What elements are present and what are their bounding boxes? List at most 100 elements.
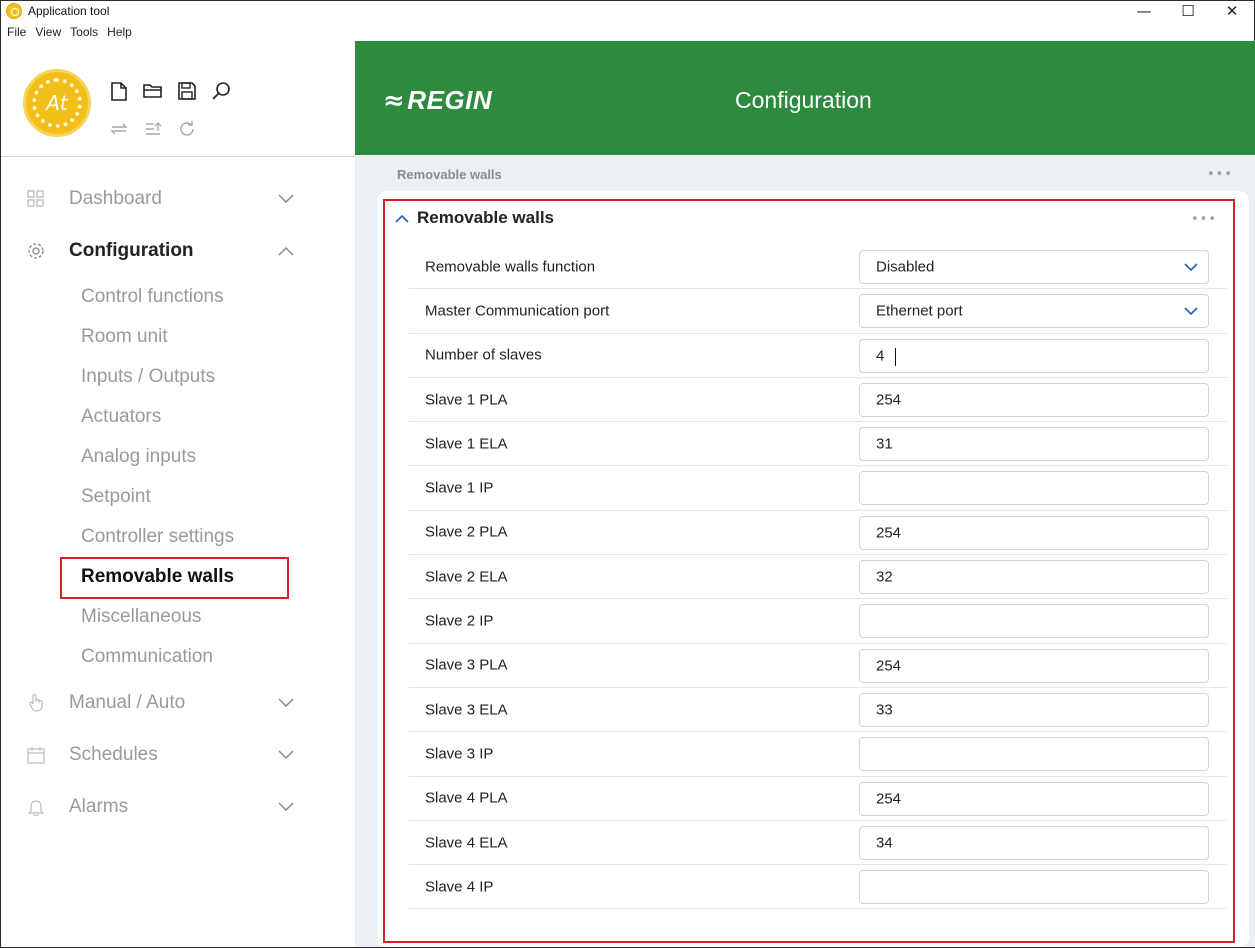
chevron-up-icon[interactable] — [395, 214, 409, 223]
page-title: Configuration — [735, 87, 872, 113]
window-title: Application tool — [28, 4, 110, 18]
field-value: 31 — [876, 435, 893, 453]
chevron-down-icon[interactable] — [278, 802, 294, 812]
subnav-controller-settings[interactable]: Controller settings — [1, 517, 355, 557]
setting-row-slave-2-ip: Slave 2 IP — [409, 599, 1227, 644]
refresh-icon[interactable] — [177, 119, 197, 139]
setting-row-slave-4-ela: Slave 4 ELA 34 — [409, 821, 1227, 866]
input-slave-2-pla[interactable]: 254 — [859, 515, 1209, 550]
setting-label: Slave 1 ELA — [425, 435, 508, 453]
nav-dashboard-label: Dashboard — [69, 188, 162, 209]
setting-row-slave-3-ip: Slave 3 IP — [409, 732, 1227, 777]
chevron-down-icon[interactable] — [278, 194, 294, 204]
subnav-setpoint[interactable]: Setpoint — [1, 477, 355, 517]
subnav-miscellaneous[interactable]: Miscellaneous — [1, 597, 355, 637]
setting-row-slave-1-ela: Slave 1 ELA 31 — [409, 422, 1227, 467]
setting-label: Slave 2 PLA — [425, 523, 508, 541]
upload-list-icon[interactable] — [143, 119, 163, 139]
dropdown-removable-walls-function[interactable]: Disabled — [859, 250, 1209, 284]
setting-row-slave-1-ip: Slave 1 IP — [409, 466, 1227, 511]
input-slave-2-ela[interactable]: 32 — [859, 560, 1209, 595]
close-button[interactable]: ✕ — [1210, 1, 1254, 21]
setting-label: Slave 4 IP — [425, 878, 494, 896]
nav-dashboard[interactable]: Dashboard — [1, 173, 355, 225]
menu-tools[interactable]: Tools — [70, 25, 98, 39]
app-icon — [6, 3, 22, 19]
bell-icon — [27, 798, 45, 816]
chevron-down-icon[interactable] — [278, 698, 294, 708]
subnav-removable-walls[interactable]: Removable walls — [1, 557, 355, 599]
setting-row-slave-2-pla: Slave 2 PLA 254 — [409, 511, 1227, 556]
left-pane: File View Tools Help At Dashboard Config… — [1, 21, 355, 947]
open-folder-icon[interactable] — [143, 81, 163, 101]
gear-icon — [27, 242, 45, 260]
page-header: ≈ REGIN Configuration — [355, 41, 1255, 155]
save-icon[interactable] — [177, 81, 197, 101]
subnav-inputs-outputs[interactable]: Inputs / Outputs — [1, 357, 355, 397]
new-file-icon[interactable] — [109, 81, 129, 101]
field-value: 254 — [876, 790, 902, 808]
setting-label: Slave 2 IP — [425, 612, 494, 630]
setting-row-slave-2-ela: Slave 2 ELA 32 — [409, 555, 1227, 600]
hand-pointer-icon — [27, 694, 45, 712]
input-slave-4-ip[interactable] — [859, 870, 1209, 905]
nav-alarms[interactable]: Alarms — [1, 781, 355, 833]
nav-schedules[interactable]: Schedules — [1, 729, 355, 781]
setting-row-master-communication-port: Master Communication port Ethernet port — [409, 289, 1227, 334]
dashboard-icon — [27, 190, 45, 208]
section-header[interactable]: Removable walls — [395, 208, 554, 228]
input-slave-3-ela[interactable]: 33 — [859, 692, 1209, 727]
content-area: Removable walls ••• Removable walls ••• … — [355, 155, 1255, 947]
search-icon[interactable] — [211, 81, 231, 101]
menu-bar: File View Tools Help — [7, 25, 132, 39]
nav-configuration-label: Configuration — [69, 240, 194, 261]
more-options-icon[interactable]: ••• — [1207, 167, 1233, 182]
waves-icon: ≈ — [383, 85, 406, 116]
input-slave-1-ip[interactable] — [859, 471, 1209, 506]
setting-label: Slave 2 ELA — [425, 568, 508, 586]
menu-help[interactable]: Help — [107, 25, 132, 39]
subnav-control-functions[interactable]: Control functions — [1, 277, 355, 317]
minimize-button[interactable]: — — [1122, 1, 1166, 21]
setting-label: Slave 1 IP — [425, 479, 494, 497]
input-slave-2-ip[interactable] — [859, 604, 1209, 639]
dropdown-master-communication-port[interactable]: Ethernet port — [859, 294, 1209, 329]
input-slave-1-ela[interactable]: 31 — [859, 427, 1209, 462]
setting-label: Master Communication port — [425, 302, 610, 320]
section-more-icon[interactable]: ••• — [1191, 212, 1217, 227]
field-value: Ethernet port — [876, 302, 963, 320]
menu-view[interactable]: View — [35, 25, 61, 39]
nav-configuration[interactable]: Configuration — [1, 225, 355, 277]
calendar-icon — [27, 746, 45, 764]
field-value: 34 — [876, 834, 893, 852]
sync-icon[interactable] — [109, 119, 129, 139]
subnav-communication[interactable]: Communication — [1, 637, 355, 677]
subnav-room-unit[interactable]: Room unit — [1, 317, 355, 357]
maximize-button[interactable]: ☐ — [1166, 1, 1210, 21]
input-slave-3-pla[interactable]: 254 — [859, 648, 1209, 683]
chevron-up-icon[interactable] — [278, 246, 294, 256]
app-window: Application tool — ☐ ✕ File View Tools H… — [0, 0, 1255, 948]
field-value: 254 — [876, 524, 902, 542]
setting-label: Number of slaves — [425, 346, 542, 364]
input-number-of-slaves[interactable]: 4 — [859, 338, 1209, 373]
chevron-down-icon[interactable] — [278, 750, 294, 760]
field-value: Disabled — [876, 258, 935, 276]
input-slave-1-pla[interactable]: 254 — [859, 382, 1209, 417]
setting-label: Removable walls function — [425, 258, 596, 276]
subnav-analog-inputs[interactable]: Analog inputs — [1, 437, 355, 477]
nav-manual-auto-label: Manual / Auto — [69, 692, 186, 713]
menu-file[interactable]: File — [7, 25, 26, 39]
setting-row-number-of-slaves: Number of slaves 4 — [409, 334, 1227, 378]
nav-manual-auto[interactable]: Manual / Auto — [1, 677, 355, 729]
text-caret — [895, 347, 896, 366]
input-slave-4-pla[interactable]: 254 — [859, 781, 1209, 816]
input-slave-4-ela[interactable]: 34 — [859, 825, 1209, 860]
nav-schedules-label: Schedules — [69, 744, 158, 765]
subnav-actuators[interactable]: Actuators — [1, 397, 355, 437]
nav-alarms-label: Alarms — [69, 796, 129, 817]
chevron-down-icon[interactable] — [1184, 263, 1198, 272]
input-slave-3-ip[interactable] — [859, 737, 1209, 772]
title-bar: Application tool — ☐ ✕ — [1, 1, 1254, 21]
chevron-down-icon[interactable] — [1184, 307, 1198, 316]
